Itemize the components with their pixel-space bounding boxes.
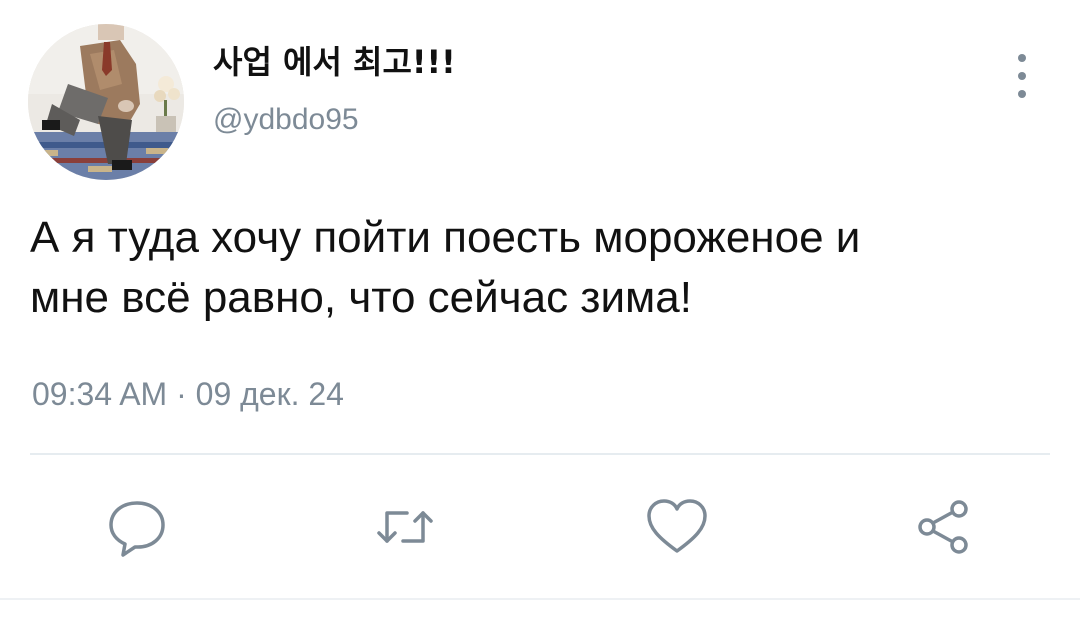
author-names: 사업 에서 최고!!! @ydbdo95 bbox=[213, 42, 456, 138]
like-button[interactable] bbox=[642, 492, 712, 562]
bottom-divider bbox=[0, 598, 1080, 600]
display-name[interactable]: 사업 에서 최고!!! bbox=[213, 42, 456, 82]
tweet-text-line: мне всё равно, что сейчас зима! bbox=[30, 273, 692, 322]
tweet-actions bbox=[0, 492, 1080, 562]
heart-icon bbox=[647, 499, 707, 553]
reply-button[interactable] bbox=[102, 492, 172, 562]
avatar-photo bbox=[28, 24, 184, 180]
share-button[interactable] bbox=[908, 492, 978, 562]
retweet-button[interactable] bbox=[370, 492, 440, 562]
tweet-timestamp[interactable]: 09:34 AM · 09 дек. 24 bbox=[32, 374, 344, 414]
avatar[interactable] bbox=[28, 24, 184, 180]
vertical-ellipsis-icon bbox=[1018, 90, 1026, 98]
tweet-card: 사업 에서 최고!!! @ydbdo95 А я туда хочу пойти… bbox=[0, 0, 1080, 618]
tweet-text: А я туда хочу пойти поесть мороженое и м… bbox=[30, 208, 1070, 328]
share-icon bbox=[918, 500, 968, 554]
more-options-button[interactable] bbox=[1010, 54, 1034, 98]
retweet-icon bbox=[377, 511, 433, 543]
username[interactable]: @ydbdo95 bbox=[213, 102, 456, 138]
vertical-ellipsis-icon bbox=[1018, 72, 1026, 80]
divider bbox=[30, 453, 1050, 455]
tweet-header: 사업 에서 최고!!! @ydbdo95 bbox=[28, 24, 1052, 184]
tweet-text-line: А я туда хочу пойти поесть мороженое и bbox=[30, 213, 861, 262]
vertical-ellipsis-icon bbox=[1018, 54, 1026, 62]
speech-bubble-icon bbox=[109, 501, 165, 557]
